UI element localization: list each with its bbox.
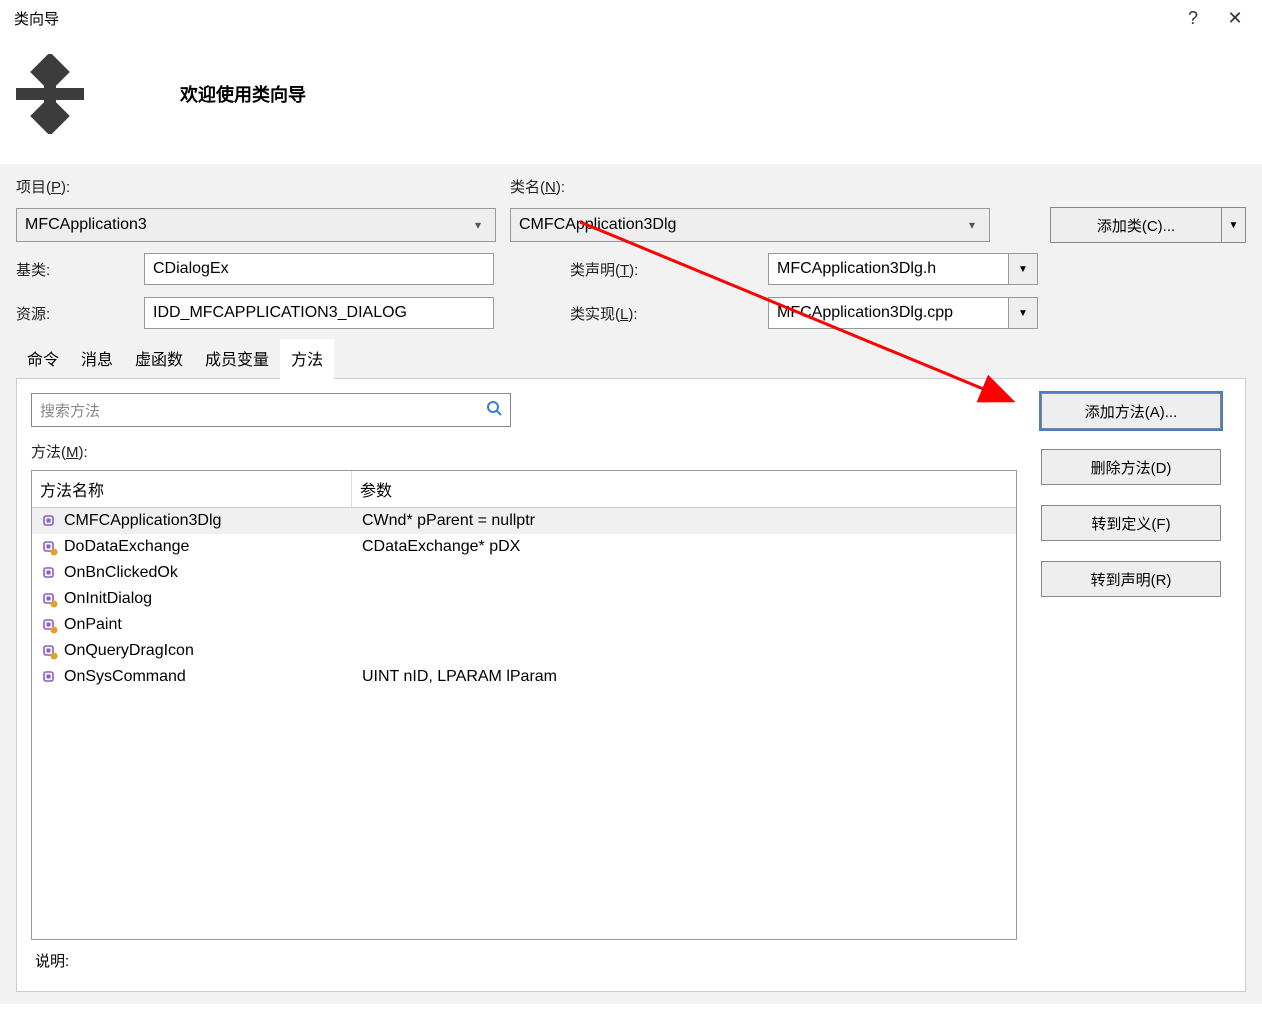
method-name: OnPaint — [60, 614, 358, 636]
project-label: 项目(P): — [16, 176, 70, 197]
goto-definition-button[interactable]: 转到定义(F) — [1041, 505, 1221, 541]
search-input[interactable]: 搜索方法 — [31, 393, 511, 427]
base-label: 基类: — [16, 259, 136, 280]
method-icon — [42, 618, 57, 633]
tab-0[interactable]: 命令 — [16, 339, 70, 378]
welcome-heading: 欢迎使用类向导 — [180, 81, 306, 107]
method-icon — [42, 592, 57, 607]
goto-declaration-button[interactable]: 转到声明(R) — [1041, 561, 1221, 597]
wizard-icon — [10, 54, 90, 134]
search-icon[interactable] — [486, 400, 502, 421]
description-label: 说明: — [31, 940, 1017, 981]
method-params — [358, 640, 1010, 662]
method-params — [358, 562, 1010, 584]
impl-combo[interactable]: MFCApplication3Dlg.cpp ▼ — [768, 297, 1038, 329]
chevron-down-icon[interactable]: ▼ — [1221, 208, 1245, 242]
method-icon — [42, 644, 57, 659]
method-name: DoDataExchange — [60, 536, 358, 558]
method-name: OnInitDialog — [60, 588, 358, 610]
window-title: 类向导 — [14, 8, 59, 29]
help-button[interactable]: ? — [1172, 8, 1214, 29]
chevron-down-icon[interactable]: ▼ — [1008, 297, 1038, 329]
method-params — [358, 614, 1010, 636]
method-name: OnQueryDragIcon — [60, 640, 358, 662]
table-row[interactable]: CMFCApplication3DlgCWnd* pParent = nullp… — [32, 508, 1016, 534]
chevron-down-icon: ▾ — [963, 218, 981, 232]
tab-4[interactable]: 方法 — [280, 339, 334, 379]
methods-table[interactable]: 方法名称 参数 CMFCApplication3DlgCWnd* pParent… — [31, 470, 1017, 940]
base-field[interactable]: CDialogEx — [144, 253, 494, 285]
add-method-button[interactable]: 添加方法(A)... — [1041, 393, 1221, 429]
method-icon — [42, 670, 57, 685]
classname-label: 类名(N): — [510, 176, 565, 197]
project-combo[interactable]: MFCApplication3 ▾ — [16, 208, 496, 242]
tab-bar: 命令消息虚函数成员变量方法 — [16, 339, 1246, 378]
resource-label: 资源: — [16, 303, 136, 324]
method-params: CWnd* pParent = nullptr — [358, 510, 1010, 532]
method-icon — [42, 566, 57, 581]
tab-1[interactable]: 消息 — [70, 339, 124, 378]
method-icon — [42, 514, 57, 529]
delete-method-button[interactable]: 删除方法(D) — [1041, 449, 1221, 485]
method-name: OnSysCommand — [60, 666, 358, 688]
tab-2[interactable]: 虚函数 — [124, 339, 194, 378]
classname-combo[interactable]: CMFCApplication3Dlg ▾ — [510, 208, 990, 242]
methods-label: 方法(M): — [31, 441, 88, 462]
add-class-button[interactable]: 添加类(C)... ▼ — [1050, 207, 1246, 243]
impl-label: 类实现(L): — [570, 303, 760, 324]
decl-label: 类声明(T): — [570, 259, 760, 280]
table-row[interactable]: OnSysCommandUINT nID, LPARAM lParam — [32, 664, 1016, 690]
chevron-down-icon[interactable]: ▼ — [1008, 253, 1038, 285]
close-button[interactable]: ✕ — [1214, 8, 1256, 29]
resource-field[interactable]: IDD_MFCAPPLICATION3_DIALOG — [144, 297, 494, 329]
table-row[interactable]: OnPaint — [32, 612, 1016, 638]
tab-3[interactable]: 成员变量 — [194, 339, 280, 378]
table-row[interactable]: DoDataExchangeCDataExchange* pDX — [32, 534, 1016, 560]
method-params: UINT nID, LPARAM lParam — [358, 666, 1010, 688]
table-row[interactable]: OnQueryDragIcon — [32, 638, 1016, 664]
col-params[interactable]: 参数 — [352, 471, 1016, 507]
method-name: CMFCApplication3Dlg — [60, 510, 358, 532]
chevron-down-icon: ▾ — [469, 218, 487, 232]
method-params: CDataExchange* pDX — [358, 536, 1010, 558]
method-icon — [42, 540, 57, 555]
col-method-name[interactable]: 方法名称 — [32, 471, 352, 507]
table-row[interactable]: OnInitDialog — [32, 586, 1016, 612]
decl-combo[interactable]: MFCApplication3Dlg.h ▼ — [768, 253, 1038, 285]
method-params — [358, 588, 1010, 610]
method-name: OnBnClickedOk — [60, 562, 358, 584]
table-row[interactable]: OnBnClickedOk — [32, 560, 1016, 586]
